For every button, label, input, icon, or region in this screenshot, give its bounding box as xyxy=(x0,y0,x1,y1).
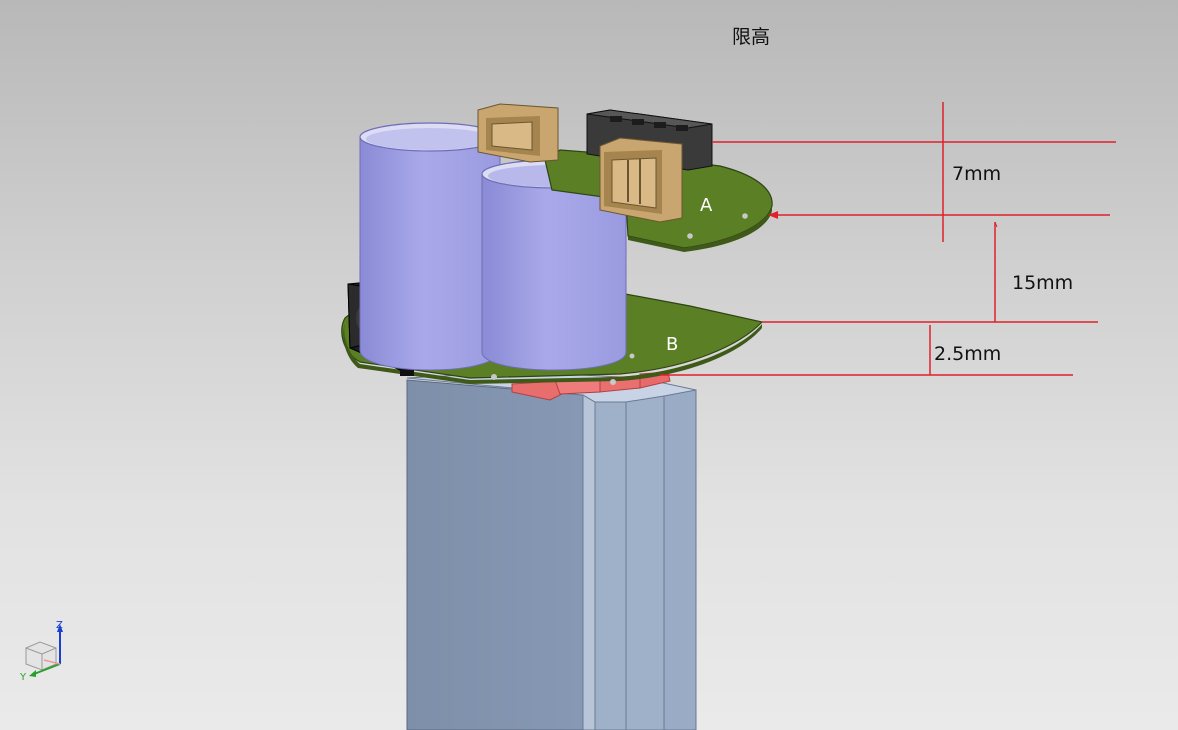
cylinder-left xyxy=(359,122,501,371)
board-a-label: A xyxy=(700,195,713,216)
board-b-label: B xyxy=(666,334,679,355)
triad-z-label: Z xyxy=(56,620,63,631)
usb-connector-rear xyxy=(477,103,559,163)
usb-connector-front xyxy=(599,137,683,223)
view-title: 限高 xyxy=(732,26,771,48)
cad-viewport[interactable]: Z Y 限高 7mm 15mm 2.5mm A B xyxy=(0,0,1178,730)
dimension-label-top-gap: 7mm xyxy=(952,163,1002,185)
view-triad[interactable] xyxy=(25,624,63,677)
battery-pack xyxy=(406,371,697,730)
cad-model-canvas[interactable]: Z Y xyxy=(0,0,1178,730)
dimension-label-bottom-gap: 2.5mm xyxy=(934,343,1002,365)
dimension-label-board-gap: 15mm xyxy=(1012,272,1074,294)
triad-y-label: Y xyxy=(19,672,27,683)
